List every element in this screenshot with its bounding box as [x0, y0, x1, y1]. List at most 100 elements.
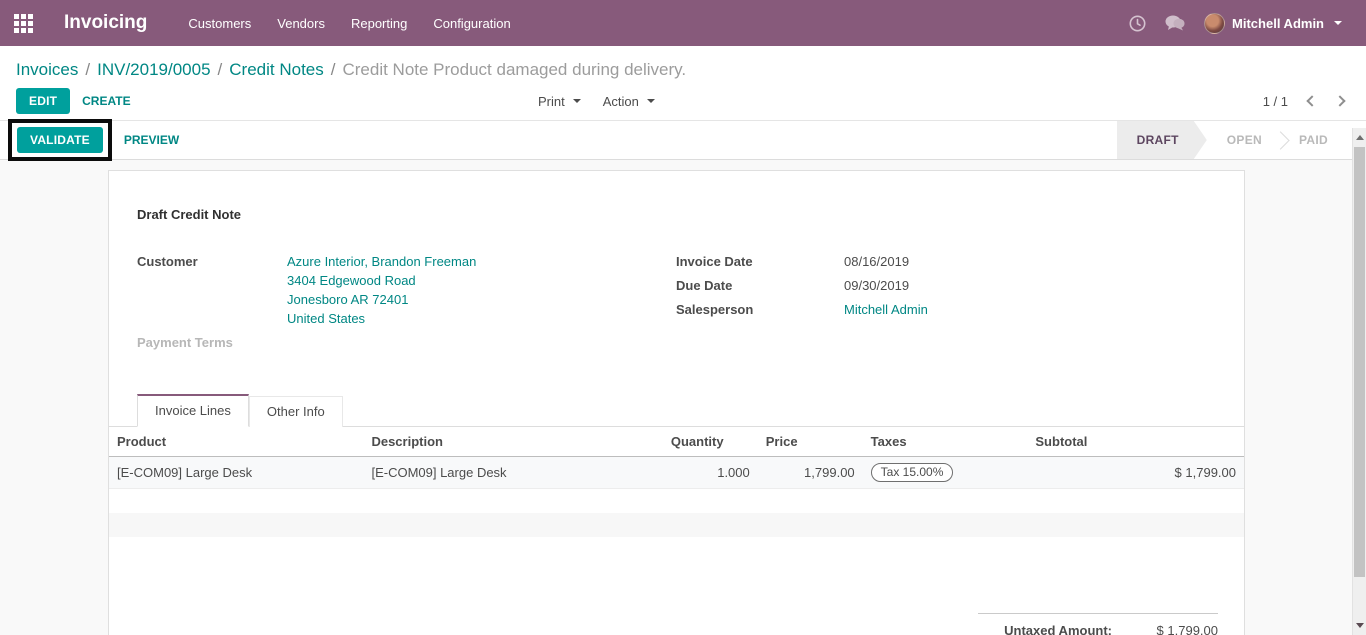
menu-customers[interactable]: Customers — [175, 0, 264, 46]
customer-name-link[interactable]: Azure Interior, Brandon Freeman — [287, 252, 476, 271]
pager-counter: 1 / 1 — [1262, 93, 1288, 109]
customer-city-link[interactable]: Jonesboro AR 72401 — [287, 290, 476, 309]
breadcrumb-separator: / — [85, 60, 91, 79]
header-description: Description — [363, 427, 663, 457]
tab-invoice-lines[interactable]: Invoice Lines — [137, 394, 249, 427]
field-groups: Customer Azure Interior, Brandon Freeman… — [109, 252, 1244, 357]
scrollbar-thumb[interactable] — [1354, 147, 1365, 577]
header-taxes: Taxes — [862, 427, 1028, 457]
messages-button[interactable] — [1156, 0, 1194, 46]
chevron-right-icon[interactable] — [1334, 95, 1346, 107]
status-steps: DRAFT OPEN PAID — [1117, 121, 1348, 159]
page: Invoicing Customers Vendors Reporting Co… — [0, 0, 1366, 635]
print-label: Print — [538, 93, 565, 109]
right-field-group: Invoice Date 08/16/2019 Due Date 09/30/2… — [657, 252, 1216, 357]
print-dropdown[interactable]: Print — [538, 94, 581, 109]
breadcrumb-separator: / — [217, 60, 223, 79]
main-menu: Customers Vendors Reporting Configuratio… — [175, 0, 523, 46]
menu-reporting[interactable]: Reporting — [338, 0, 420, 46]
app-name[interactable]: Invoicing — [64, 12, 147, 34]
invoice-line-row[interactable]: [E-COM09] Large Desk [E-COM09] Large Des… — [109, 456, 1244, 489]
due-date-label: Due Date — [676, 278, 733, 293]
grid-icon — [13, 13, 33, 33]
untaxed-amount-row: Untaxed Amount: $ 1,799.00 — [978, 620, 1218, 635]
statusbar: VALIDATE PREVIEW DRAFT OPEN PAID — [0, 119, 1366, 161]
user-menu[interactable]: Mitchell Admin — [1194, 0, 1352, 46]
breadcrumb-credit-notes[interactable]: Credit Notes — [229, 60, 323, 79]
tab-other-info[interactable]: Other Info — [248, 396, 343, 427]
activity-button[interactable] — [1118, 0, 1156, 46]
cell-product: [E-COM09] Large Desk — [117, 465, 253, 480]
invoice-date-label: Invoice Date — [676, 254, 753, 269]
totals-block: Untaxed Amount: $ 1,799.00 Tax: $ 269.85 — [978, 612, 1218, 635]
top-navbar: Invoicing Customers Vendors Reporting Co… — [0, 0, 1366, 46]
left-field-group: Customer Azure Interior, Brandon Freeman… — [137, 252, 657, 357]
empty-line — [109, 512, 1244, 537]
header-quantity: Quantity — [662, 427, 758, 457]
tax-badge: Tax 15.00% — [870, 463, 954, 482]
payment-terms-label: Payment Terms — [137, 335, 233, 350]
cell-quantity: 1.000 — [717, 465, 750, 480]
header-product: Product — [109, 427, 364, 457]
action-dropdown[interactable]: Action — [603, 94, 655, 109]
chevron-left-icon[interactable] — [1306, 95, 1318, 107]
control-panel: EDIT CREATE Print Action 1 / 1 — [0, 82, 1366, 120]
document-title: Draft Credit Note — [137, 207, 242, 222]
header-subtotal: Subtotal — [1027, 427, 1244, 457]
cell-taxes: Tax 15.00% — [863, 457, 1028, 489]
breadcrumb: Invoices / INV/2019/0005 / Credit Notes / Cred… — [0, 46, 1366, 82]
navbar-right: Mitchell Admin — [1118, 0, 1366, 46]
form-sheet: Draft Credit Note Customer Azure Interio… — [108, 170, 1245, 635]
table-header-row: Product Description Quantity Price Taxes… — [109, 427, 1244, 457]
untaxed-amount-label: Untaxed Amount: — [1004, 622, 1112, 635]
caret-down-icon — [1334, 21, 1342, 25]
caret-down-icon — [572, 99, 581, 103]
invoice-lines-table: Product Description Quantity Price Taxes… — [109, 427, 1244, 561]
caret-down-icon — [646, 99, 655, 103]
vertical-scrollbar[interactable] — [1352, 128, 1366, 635]
salesperson-link[interactable]: Mitchell Admin — [844, 300, 928, 319]
breadcrumb-invoice-number[interactable]: INV/2019/0005 — [97, 60, 210, 79]
edit-button[interactable]: EDIT — [16, 88, 71, 114]
cell-price: 1,799.00 — [804, 465, 855, 480]
breadcrumb-current: Credit Note Product damaged during deliv… — [342, 60, 687, 79]
customer-field: Customer Azure Interior, Brandon Freeman… — [137, 252, 657, 328]
customer-street-link[interactable]: 3404 Edgewood Road — [287, 271, 476, 290]
menu-configuration[interactable]: Configuration — [420, 0, 523, 46]
clock-icon — [1129, 15, 1146, 31]
validate-highlight-box: VALIDATE — [8, 119, 112, 161]
due-date-field: Due Date 09/30/2019 — [676, 276, 1216, 295]
salesperson-field: Salesperson Mitchell Admin — [676, 300, 1216, 319]
cell-description: [E-COM09] Large Desk — [371, 465, 507, 480]
breadcrumb-separator: / — [330, 60, 336, 79]
customer-country-link[interactable]: United States — [287, 309, 476, 328]
customer-address: Azure Interior, Brandon Freeman 3404 Edg… — [287, 252, 476, 328]
due-date-value: 09/30/2019 — [844, 278, 910, 293]
chat-bubbles-icon — [1165, 15, 1185, 31]
preview-button[interactable]: PREVIEW — [112, 127, 191, 153]
cell-subtotal: $ 1,799.00 — [1174, 465, 1236, 480]
header-price: Price — [757, 427, 863, 457]
apps-menu-button[interactable] — [0, 0, 46, 46]
scroll-up-arrow-icon[interactable] — [1356, 135, 1364, 140]
invoice-date-value: 08/16/2019 — [844, 254, 910, 269]
menu-vendors[interactable]: Vendors — [264, 0, 338, 46]
scroll-down-arrow-icon[interactable] — [1356, 623, 1364, 628]
pager: 1 / 1 — [1262, 93, 1346, 109]
empty-line — [109, 537, 1244, 561]
action-label: Action — [602, 93, 639, 109]
breadcrumb-invoices[interactable]: Invoices — [16, 60, 78, 79]
invoice-date-field: Invoice Date 08/16/2019 — [676, 252, 1216, 271]
status-step-draft[interactable]: DRAFT — [1117, 121, 1207, 159]
content-area: Draft Credit Note Customer Azure Interio… — [0, 160, 1366, 635]
notebook-tabs: Invoice Lines Other Info — [109, 394, 1244, 427]
center-actions: Print Action — [538, 94, 655, 109]
empty-line — [109, 489, 1244, 513]
customer-label: Customer — [137, 254, 198, 269]
untaxed-amount-value: $ 1,799.00 — [1156, 622, 1218, 635]
user-name: Mitchell Admin — [1232, 15, 1324, 31]
validate-button[interactable]: VALIDATE — [17, 127, 103, 153]
payment-terms-field: Payment Terms — [137, 333, 657, 352]
salesperson-label: Salesperson — [676, 302, 754, 317]
create-button[interactable]: CREATE — [70, 88, 142, 114]
